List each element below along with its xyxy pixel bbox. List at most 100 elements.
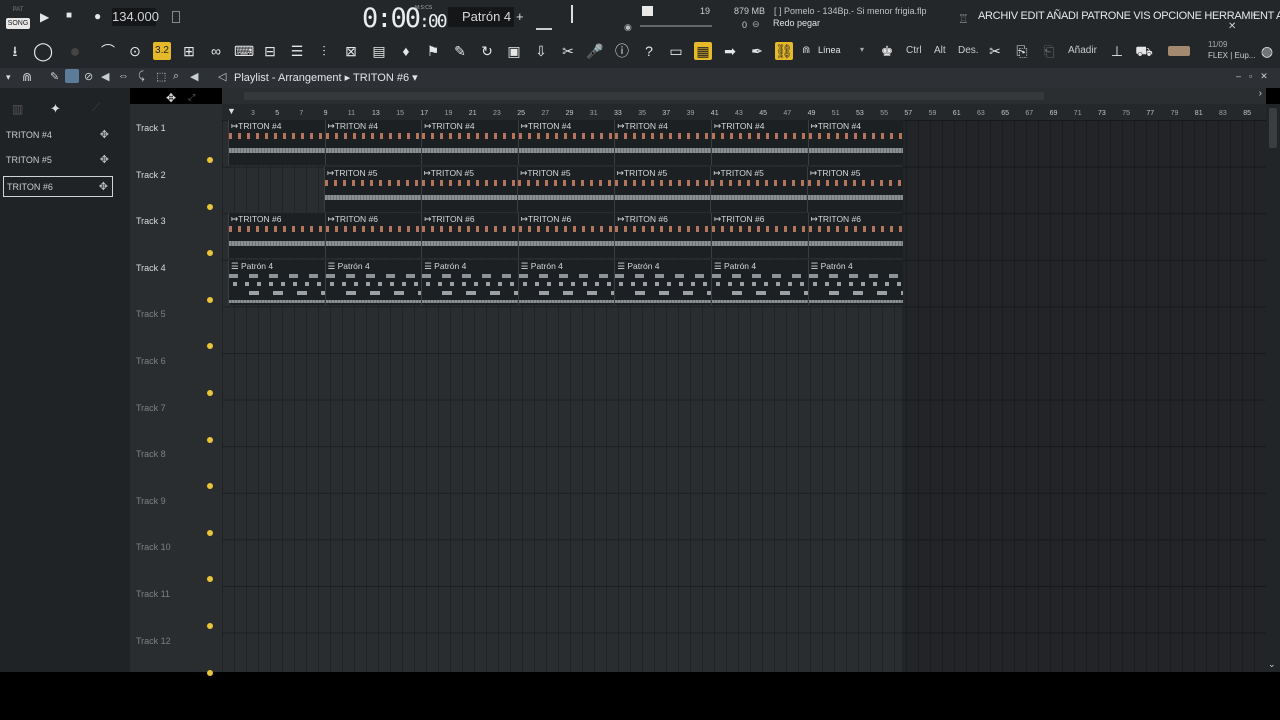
track-name[interactable]: Track 11 <box>136 589 170 599</box>
horizontal-scrollbar[interactable]: › <box>222 88 1266 104</box>
pen-icon[interactable]: ✒ <box>748 42 766 60</box>
playlist-clip[interactable]: ↦TRITON #6 <box>517 213 616 259</box>
grid-empty-region[interactable] <box>902 120 1266 672</box>
magnet-snap-icon[interactable]: ⋒ <box>22 70 32 84</box>
track-name[interactable]: Track 5 <box>136 309 166 319</box>
playlist-clip[interactable]: ↦TRITON #5 <box>420 166 519 212</box>
knob-icon[interactable]: ● <box>66 42 84 60</box>
pattern-selector[interactable]: Patrón 4 <box>448 7 514 27</box>
piano-icon[interactable]: ▥ <box>12 102 23 116</box>
clip-source-item-selected[interactable]: TRITON #6 ✥ <box>3 176 113 197</box>
snap-icon[interactable]: 3.2 <box>153 42 171 60</box>
track-mute-dot[interactable] <box>207 436 213 443</box>
track-name[interactable]: Track 1 <box>136 123 166 133</box>
channel-rack-icon[interactable]: ⊠ <box>342 42 360 60</box>
move-icon[interactable]: ✥ <box>99 177 108 198</box>
playlist-clip[interactable]: ↦TRITON #5 <box>807 166 903 212</box>
paste-icon[interactable]: ⎗ <box>1040 42 1058 60</box>
slip-tool-icon[interactable]: ⇔ <box>118 70 129 82</box>
circle-icon[interactable]: ◯ <box>33 42 53 60</box>
track-name[interactable]: Track 2 <box>136 170 166 180</box>
loop-icon[interactable]: ∞ <box>207 42 225 60</box>
playlist-clip[interactable]: ↦TRITON #6 <box>807 213 903 259</box>
playlist-clip[interactable]: ↦TRITON #4 <box>807 120 903 165</box>
playlist-clip[interactable]: ↦TRITON #4 <box>614 120 712 165</box>
render-icon[interactable]: ⇩ <box>532 42 550 60</box>
move-icon[interactable]: ✥ <box>100 125 109 146</box>
playlist-clip[interactable]: ↦TRITON #6 <box>614 213 712 259</box>
brush-icon[interactable]: ✎ <box>451 42 469 60</box>
chevron-down-icon[interactable]: ▾ <box>6 72 11 83</box>
playlist-clip[interactable]: ↦TRITON #6 <box>324 213 423 259</box>
track-mute-dot[interactable] <box>207 623 213 629</box>
playlist-clip[interactable]: ↦TRITON #6 <box>228 213 326 259</box>
playlist-clip[interactable]: ↦TRITON #4 <box>421 120 519 165</box>
playlist-clip[interactable]: ↦TRITON #4 <box>228 120 326 165</box>
track-name[interactable]: Track 4 <box>136 263 166 273</box>
master-pitch-slider[interactable] <box>571 5 573 23</box>
step-icon[interactable]: ⊞ <box>180 42 198 60</box>
thumb-icon[interactable]: ♖ <box>958 12 969 26</box>
tempo-display[interactable]: 134.000 <box>112 8 159 26</box>
move-icon[interactable]: ✥ <box>166 91 176 105</box>
cart-icon[interactable]: ⛟ <box>1135 42 1153 60</box>
playlist-clip[interactable]: ☰ Patrón 4 <box>324 259 423 305</box>
track-mute-dot[interactable] <box>207 203 213 210</box>
copy-icon[interactable]: ⎘ <box>1013 42 1031 60</box>
track-name[interactable]: Track 6 <box>136 356 166 366</box>
add-button[interactable]: Añadir <box>1068 45 1097 56</box>
curve-icon[interactable]: ⌒ <box>99 42 117 60</box>
record-icon[interactable]: ● <box>94 9 101 23</box>
plugin-icon[interactable]: ♦ <box>397 42 415 60</box>
time-display[interactable]: 0:00:00 <box>362 3 448 34</box>
clip-source-item[interactable]: TRITON #5 ✥ <box>3 150 113 171</box>
playlist-clip[interactable]: ☰ Patrón 4 <box>711 259 809 305</box>
playlist-clip[interactable]: ↦TRITON #5 <box>517 166 615 212</box>
flex-preset[interactable]: FLEX | Eup... <box>1208 51 1255 60</box>
refresh-icon[interactable]: ↻ <box>478 42 496 60</box>
track-mute-dot[interactable] <box>207 529 213 536</box>
globe-icon[interactable]: ◍ <box>1258 42 1276 60</box>
add-pattern-icon[interactable]: + <box>516 9 524 24</box>
chevron-down-icon[interactable]: ⌄ <box>1268 659 1276 670</box>
track-mute-dot[interactable] <box>207 157 213 163</box>
pat-mode-label[interactable]: PAT <box>6 5 30 16</box>
window-controls[interactable]: – ▫ ✕ <box>1228 10 1280 32</box>
info-icon[interactable]: ⓘ <box>613 42 631 60</box>
playlist-window-controls[interactable]: –▫✕ <box>1236 71 1276 82</box>
track-mute-dot[interactable] <box>207 669 213 676</box>
playlist-clip[interactable]: ↦TRITON #5 <box>324 166 422 212</box>
track-name[interactable]: Track 9 <box>136 496 166 506</box>
color-swatch[interactable] <box>1168 46 1190 56</box>
link-icon[interactable]: ⊟ <box>261 42 279 60</box>
speaker-icon[interactable]: ◁ <box>218 70 226 83</box>
playback-tool-icon[interactable]: ◀ <box>190 70 198 83</box>
ctrl-key[interactable]: Ctrl <box>906 45 922 56</box>
browser-icon[interactable]: ⚑ <box>424 42 442 60</box>
slice-tool-icon[interactable]: ⤹ <box>138 70 145 83</box>
paint-tool-icon[interactable] <box>65 69 79 83</box>
playlist-clip[interactable]: ☰ Patrón 4 <box>517 259 616 305</box>
playlist-clip[interactable]: ☰ Patrón 4 <box>807 259 903 305</box>
magnet-icon[interactable]: ⋒ <box>802 45 810 56</box>
play-icon[interactable]: ▶ <box>40 10 49 24</box>
clip-source-item[interactable]: TRITON #4 ✥ <box>3 125 113 146</box>
move-icon[interactable]: ✥ <box>100 150 109 171</box>
track-name[interactable]: Track 10 <box>136 542 171 552</box>
playlist-icon[interactable]: ☰ <box>288 42 306 60</box>
download-icon[interactable]: ⭳ <box>6 42 24 60</box>
alt-key[interactable]: Alt <box>934 45 946 56</box>
pat-song-toggle[interactable]: PAT SONG <box>6 5 30 29</box>
line-mode-select[interactable]: Línea <box>818 45 841 55</box>
panel-icon[interactable]: ▭ <box>667 42 685 60</box>
playhead-marker[interactable]: ▼ <box>227 106 236 116</box>
scissors-icon[interactable]: ✂ <box>986 42 1004 60</box>
playlist-clip[interactable]: ☰ Patrón 4 <box>614 259 712 305</box>
playlist-clip[interactable]: ↦TRITON #4 <box>517 120 616 165</box>
hat-icon[interactable]: ♚ <box>878 42 896 60</box>
vertical-scrollbar[interactable]: ⌄ <box>1266 104 1280 672</box>
draw-tool-icon[interactable]: ✎ <box>50 70 59 83</box>
metronome-icon[interactable] <box>172 11 180 23</box>
undo-key[interactable]: Des. <box>958 45 979 56</box>
playlist-clip[interactable]: ↦TRITON #6 <box>711 213 809 259</box>
